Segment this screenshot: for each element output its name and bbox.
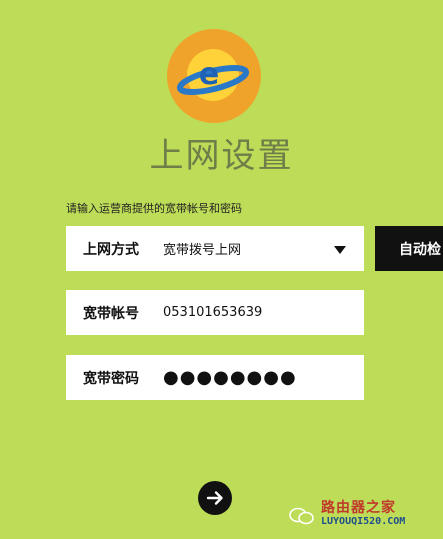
account-field[interactable]: 宽带帐号 053101653639 <box>66 290 364 335</box>
account-input[interactable]: 053101653639 <box>163 305 262 320</box>
next-button[interactable] <box>198 481 232 515</box>
arrow-right-icon <box>206 491 223 505</box>
password-input[interactable]: ●●●●●●●● <box>163 367 297 388</box>
watermark-en: LUYOUQI520.COM <box>321 516 406 527</box>
connection-type-value: 宽带拨号上网 <box>163 243 242 258</box>
instruction-text: 请输入运营商提供的宽带帐号和密码 <box>66 202 242 215</box>
connection-type-label: 上网方式 <box>83 241 139 258</box>
watermark-cn: 路由器之家 <box>321 500 396 516</box>
wechat-icon <box>289 507 314 525</box>
account-label: 宽带帐号 <box>83 305 139 322</box>
watermark: 路由器之家 LUYOUQI520.COM <box>289 497 439 533</box>
password-label: 宽带密码 <box>83 370 139 387</box>
connection-type-select[interactable]: 上网方式 宽带拨号上网 <box>66 226 364 271</box>
dropdown-arrow-icon[interactable] <box>334 246 346 254</box>
auto-detect-button[interactable]: 自动检 <box>375 226 443 271</box>
password-field[interactable]: 宽带密码 ●●●●●●●● <box>66 355 364 400</box>
browser-logo-icon: e <box>167 29 261 123</box>
page-title: 上网设置 <box>149 136 294 176</box>
logo-letter: e <box>199 57 219 92</box>
